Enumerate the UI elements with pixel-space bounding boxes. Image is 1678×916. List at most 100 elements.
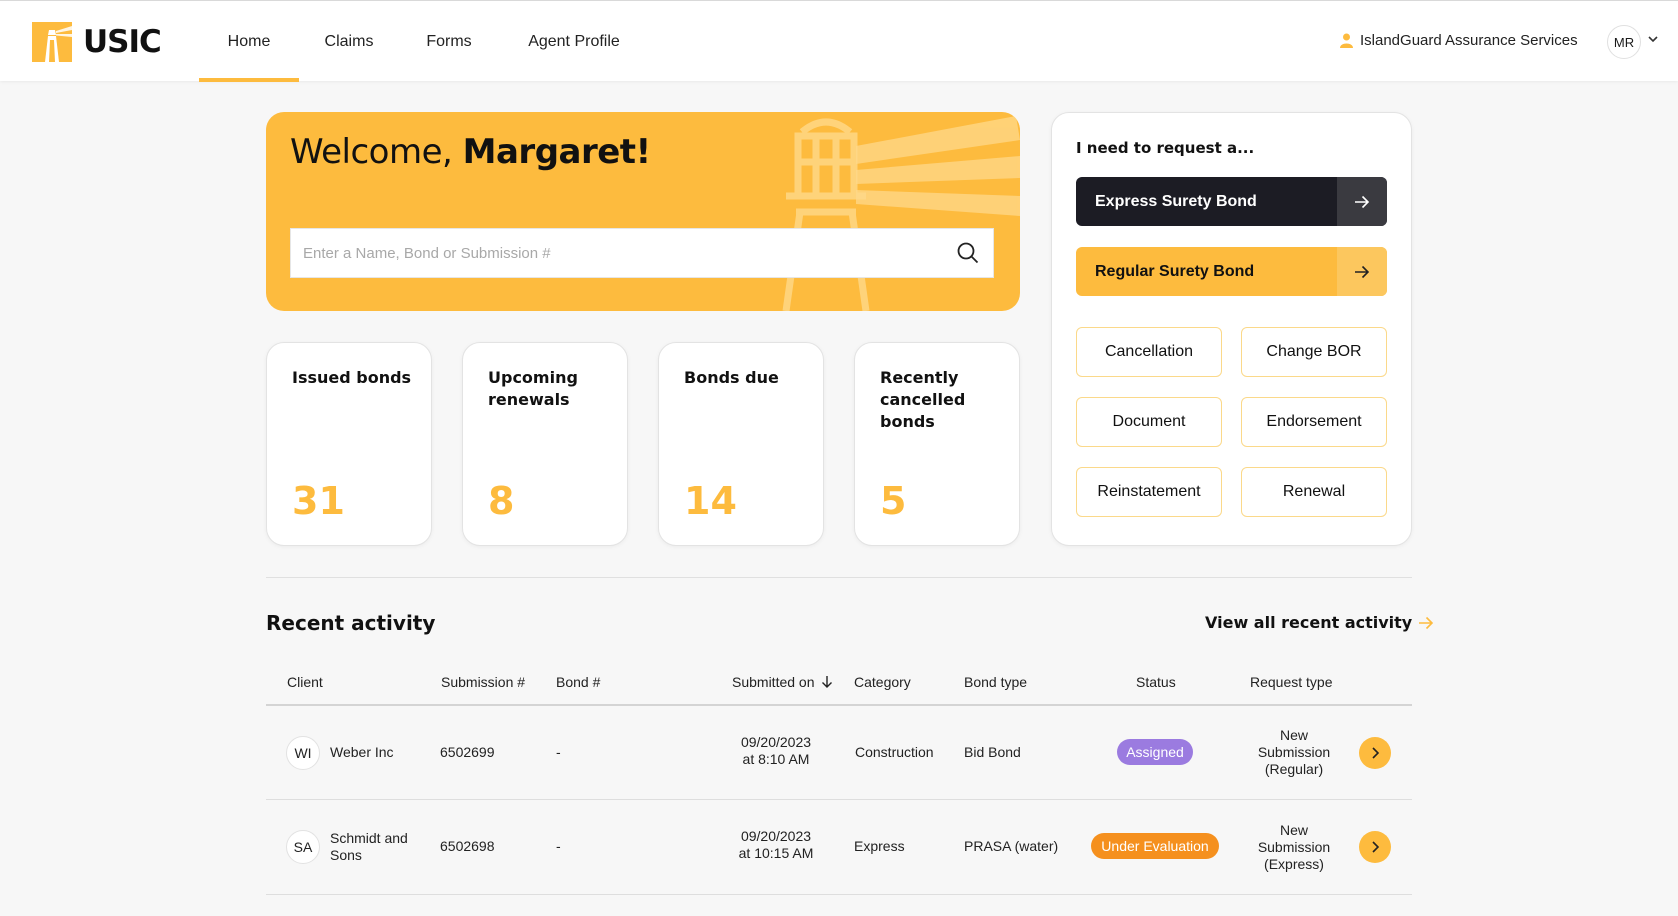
request-panel-title: I need to request a... [1076, 139, 1255, 157]
row-divider [266, 799, 1412, 800]
recent-activity-title: Recent activity [266, 611, 436, 635]
submitted-on: 09/20/2023 at 10:15 AM [716, 828, 836, 862]
search-bar [290, 228, 994, 278]
nav-tab-agent-profile[interactable]: Agent Profile [514, 1, 634, 82]
bond-number: - [556, 838, 561, 854]
regular-surety-bond-button[interactable]: Regular Surety Bond [1076, 247, 1387, 296]
request-type-line: (Express) [1264, 856, 1324, 872]
client-name-line: Sons [330, 847, 362, 863]
section-divider [266, 577, 1412, 578]
endorsement-button[interactable]: Endorsement [1241, 397, 1387, 447]
category: Construction [855, 744, 934, 760]
nav-tab-label: Agent Profile [528, 32, 620, 50]
chevron-right-icon [1372, 841, 1380, 853]
stat-card-recently-cancelled-bonds[interactable]: Recently cancelled bonds 5 [854, 342, 1020, 546]
submitted-time: at 10:15 AM [738, 845, 814, 861]
arrow-right-icon [1337, 247, 1387, 296]
stat-label: Upcoming renewals [488, 368, 578, 409]
link-label: View all recent activity [1205, 613, 1413, 632]
stat-value: 8 [488, 479, 515, 523]
stat-label: Recently cancelled bonds [880, 368, 966, 431]
column-header-category[interactable]: Category [854, 674, 911, 690]
logo-wordmark: USIC [83, 24, 162, 60]
table-header-divider [266, 704, 1412, 706]
row-divider [266, 894, 1412, 895]
bond-number: - [556, 744, 561, 760]
arrow-right-icon [1337, 177, 1387, 226]
submission-number: 6502699 [440, 744, 495, 760]
agency-label: IslandGuard Assurance Services [1360, 32, 1578, 49]
column-header-status[interactable]: Status [1136, 674, 1176, 690]
stat-label: Bonds due [684, 368, 779, 387]
stat-card-issued-bonds[interactable]: Issued bonds 31 [266, 342, 432, 546]
express-surety-bond-button[interactable]: Express Surety Bond [1076, 177, 1387, 226]
request-type-line: (Regular) [1264, 761, 1324, 777]
open-row-button[interactable] [1359, 831, 1391, 863]
stat-card-bonds-due[interactable]: Bonds due 14 [658, 342, 824, 546]
submitted-date: 09/20/2023 [740, 734, 812, 750]
change-bor-button[interactable]: Change BOR [1241, 327, 1387, 377]
bond-type: Bid Bond [964, 744, 1021, 760]
request-type-line: New [1279, 727, 1308, 743]
request-panel: I need to request a... Express Surety Bo… [1051, 112, 1412, 546]
stat-label: Issued bonds [292, 368, 412, 387]
document-button[interactable]: Document [1076, 397, 1222, 447]
submitted-date: 09/20/2023 [740, 828, 812, 844]
client-name-line: Schmidt and [330, 830, 408, 846]
client-name: Weber Inc [330, 744, 394, 760]
stat-card-upcoming-renewals[interactable]: Upcoming renewals 8 [462, 342, 628, 546]
request-type-line: Submission [1257, 839, 1331, 855]
welcome-banner: Welcome, Margaret! [266, 112, 1020, 311]
stat-value: 5 [880, 479, 907, 523]
column-header-submission[interactable]: Submission # [441, 674, 525, 690]
nav-tab-claims[interactable]: Claims [309, 1, 389, 82]
button-label: Express Surety Bond [1095, 192, 1257, 210]
view-all-recent-activity-link[interactable]: View all recent activity [1205, 613, 1434, 632]
submission-number: 6502698 [440, 838, 495, 854]
request-type-line: New [1279, 822, 1308, 838]
column-header-submitted-on[interactable]: Submitted on [732, 674, 833, 690]
button-label: Regular Surety Bond [1095, 262, 1255, 280]
search-input[interactable] [291, 229, 943, 277]
top-navigation-bar: USIC Home Claims Forms Agent Profile Isl… [0, 0, 1678, 82]
agency-name: IslandGuard Assurance Services [1340, 32, 1578, 49]
chevron-down-icon[interactable] [1647, 33, 1659, 45]
submitted-on: 09/20/2023 at 8:10 AM [716, 734, 836, 768]
welcome-user-name: Margaret! [462, 132, 651, 172]
submitted-time: at 8:10 AM [742, 751, 810, 767]
column-header-request-type[interactable]: Request type [1250, 674, 1333, 690]
client-name: Schmidt and Sons [330, 830, 408, 864]
status-badge: Under Evaluation [1091, 833, 1219, 859]
bond-type: PRASA (water) [964, 838, 1059, 854]
welcome-greeting: Welcome, [290, 132, 453, 172]
welcome-heading: Welcome, Margaret! [290, 132, 651, 172]
column-header-bond-type[interactable]: Bond type [964, 674, 1027, 690]
usic-logo[interactable]: USIC [32, 22, 162, 62]
nav-tab-forms[interactable]: Forms [409, 1, 489, 82]
request-type: New Submission (Regular) [1244, 727, 1344, 778]
cancellation-button[interactable]: Cancellation [1076, 327, 1222, 377]
reinstatement-button[interactable]: Reinstatement [1076, 467, 1222, 517]
chevron-right-icon [1372, 747, 1380, 759]
status-badge: Assigned [1117, 739, 1193, 765]
open-row-button[interactable] [1359, 737, 1391, 769]
request-type-line: Submission [1257, 744, 1331, 760]
column-header-bond[interactable]: Bond # [556, 674, 600, 690]
column-header-client[interactable]: Client [287, 674, 323, 690]
sort-descending-icon [821, 676, 832, 688]
client-avatar: WI [286, 736, 320, 770]
category: Express [854, 838, 905, 854]
user-icon [1340, 33, 1353, 48]
stat-value: 31 [292, 479, 345, 523]
avatar-initials: MR [1613, 34, 1635, 50]
request-type: New Submission (Express) [1244, 822, 1344, 873]
renewal-button[interactable]: Renewal [1241, 467, 1387, 517]
nav-tab-label: Home [227, 32, 271, 50]
column-header-label: Submitted on [732, 674, 815, 690]
stat-value: 14 [684, 479, 737, 523]
nav-tab-label: Claims [324, 32, 374, 50]
nav-tab-home[interactable]: Home [199, 1, 299, 82]
user-avatar-button[interactable]: MR [1607, 25, 1641, 59]
lighthouse-illustration-icon [782, 116, 1020, 311]
search-icon[interactable] [943, 229, 993, 277]
